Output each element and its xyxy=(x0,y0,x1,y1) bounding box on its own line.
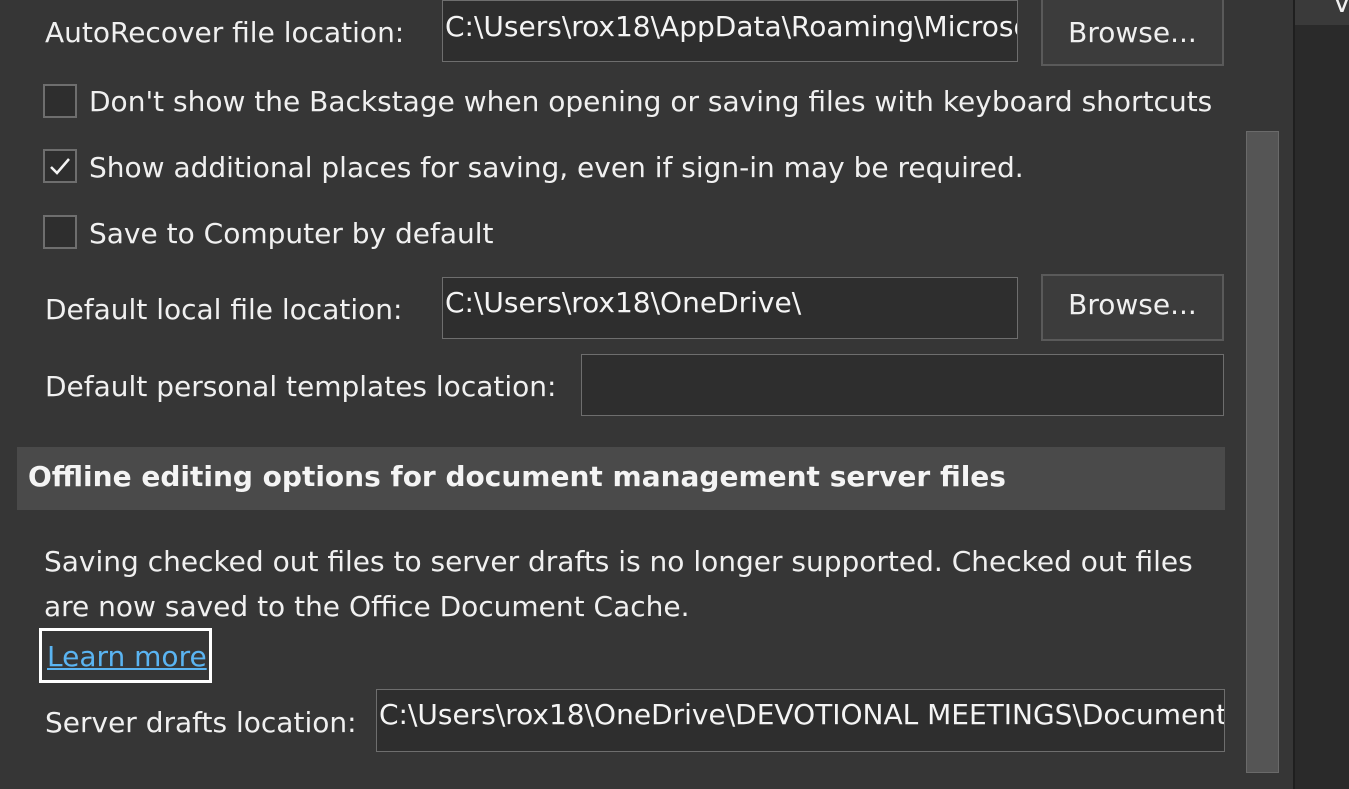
word-options-save-panel: AutoRecover file location: C:\Users\rox1… xyxy=(0,0,1349,789)
server-drafts-label: Server drafts location: xyxy=(45,706,357,739)
learn-more-link[interactable]: Learn more xyxy=(47,640,207,674)
vertical-scrollbar-thumb[interactable] xyxy=(1246,131,1279,773)
right-side-panel: Vi xyxy=(1293,0,1349,789)
offline-editing-section-header: Offline editing options for document man… xyxy=(17,447,1225,510)
save-to-computer-checkbox[interactable] xyxy=(43,215,77,249)
learn-more-focus-box[interactable]: Learn more xyxy=(39,628,212,683)
default-local-label: Default local file location: xyxy=(45,293,403,326)
offline-editing-description: Saving checked out files to server draft… xyxy=(44,545,1193,623)
checkmark-icon xyxy=(50,158,70,175)
right-panel-header: Vi xyxy=(1295,0,1349,25)
show-additional-places-label: Show additional places for saving, even … xyxy=(89,151,1024,184)
right-panel-text: Vi xyxy=(1333,0,1349,19)
autorecover-label: AutoRecover file location: xyxy=(45,16,405,49)
dont-show-backstage-checkbox[interactable] xyxy=(43,84,77,118)
save-to-computer-label: Save to Computer by default xyxy=(89,217,494,250)
offline-editing-section-title: Offline editing options for document man… xyxy=(28,460,1006,493)
dont-show-backstage-label: Don't show the Backstage when opening or… xyxy=(89,85,1213,118)
default-local-location-field[interactable]: C:\Users\rox18\OneDrive\ xyxy=(442,277,1018,339)
server-drafts-location-field[interactable]: C:\Users\rox18\OneDrive\DEVOTIONAL MEETI… xyxy=(376,689,1225,752)
autorecover-browse-button[interactable]: Browse... xyxy=(1041,0,1224,66)
show-additional-places-checkbox[interactable] xyxy=(43,149,77,183)
templates-label: Default personal templates location: xyxy=(45,370,557,403)
templates-location-field[interactable] xyxy=(581,354,1224,416)
default-local-browse-button[interactable]: Browse... xyxy=(1041,274,1224,341)
autorecover-location-field[interactable]: C:\Users\rox18\AppData\Roaming\Microsoft… xyxy=(442,0,1018,62)
options-scroll-area: AutoRecover file location: C:\Users\rox1… xyxy=(0,0,1246,789)
